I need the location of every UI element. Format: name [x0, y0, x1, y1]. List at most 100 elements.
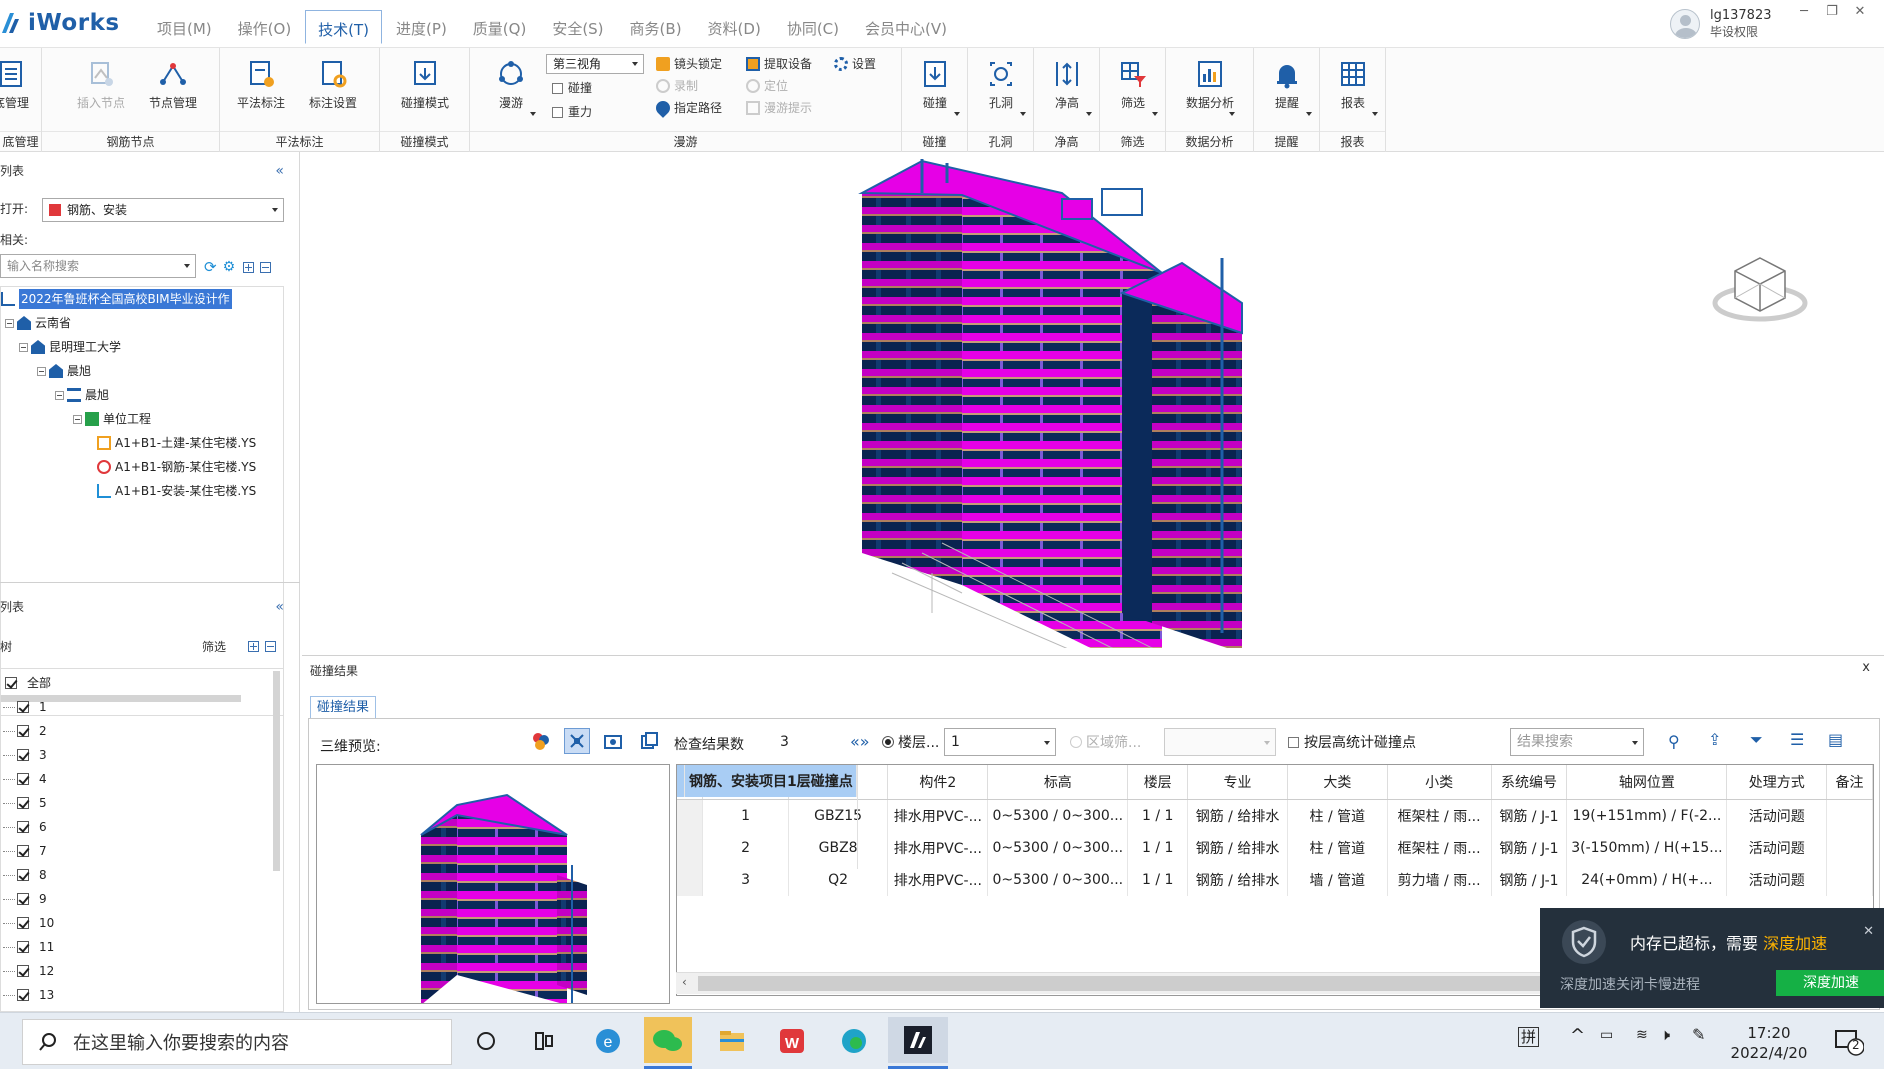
close-icon[interactable]: ✕ — [1846, 4, 1874, 19]
checkbox-checked-icon[interactable] — [17, 965, 29, 977]
set-path-button[interactable]: 指定路径 — [653, 98, 722, 118]
column-header[interactable]: 大类 — [1287, 765, 1388, 800]
clash-button[interactable]: 碰撞 — [904, 58, 966, 120]
file-explorer-icon[interactable] — [714, 1023, 750, 1059]
flat-mark-button[interactable]: 平法标注 — [230, 58, 292, 120]
mark-settings-button[interactable]: 标注设置 — [302, 58, 364, 120]
collision-checkbox[interactable]: 碰撞 — [552, 78, 592, 98]
menu-documents[interactable]: 资料(D) — [696, 14, 773, 44]
tree-node-unit[interactable]: 单位工程 — [73, 409, 151, 429]
expand-all-icon[interactable] — [248, 641, 260, 652]
chevron-up-icon[interactable]: ^ — [1570, 1025, 1585, 1046]
view-mode-select[interactable]: 第三视角 — [546, 54, 644, 74]
volume-icon[interactable]: 🕨 — [1660, 1025, 1670, 1045]
deep-accelerate-button[interactable]: 深度加速 — [1776, 970, 1884, 996]
extract-device-button[interactable]: 提取设备 — [746, 54, 812, 74]
avatar[interactable] — [1670, 9, 1700, 39]
menu-collaboration[interactable]: 协同(C) — [775, 14, 851, 44]
floor-select[interactable]: 1 — [944, 728, 1056, 756]
hole-button[interactable]: 孔洞 — [970, 58, 1032, 120]
iworks-taskbar-icon[interactable] — [888, 1017, 948, 1063]
menu-quality[interactable]: 质量(Q) — [461, 14, 539, 44]
tree-node-group[interactable]: 晨旭 — [37, 361, 91, 381]
project-search-input[interactable]: 输入名称搜索 — [0, 254, 196, 278]
tree-node-install-file[interactable]: A1+B1-安装-某住宅楼.YS — [97, 481, 256, 501]
scroll-left-icon[interactable]: ‹ — [682, 975, 687, 989]
checkbox-checked-icon[interactable] — [17, 989, 29, 1001]
remind-button[interactable]: 提醒 — [1256, 58, 1318, 120]
checkbox-checked-icon[interactable] — [17, 821, 29, 833]
insert-node-button[interactable]: 插入节点 — [70, 58, 132, 120]
lens-lock-button[interactable]: 镜头锁定 — [656, 54, 722, 74]
checkbox-checked-icon[interactable] — [17, 773, 29, 785]
tree-node-rebar-file[interactable]: A1+B1-钢筋-某住宅楼.YS — [97, 457, 256, 477]
expander-icon[interactable] — [55, 390, 64, 400]
notification-center-icon[interactable]: 2 — [1832, 1025, 1865, 1057]
report-button[interactable]: 报表 — [1322, 58, 1384, 120]
expand-all-icon[interactable] — [243, 261, 255, 273]
stat-by-height-checkbox[interactable]: 按层高统计碰撞点 — [1288, 732, 1416, 752]
floor-scrollbar[interactable] — [273, 671, 280, 871]
view-cube[interactable] — [1710, 253, 1810, 327]
floor-item[interactable]: 8 — [3, 865, 47, 885]
collapse-all-icon[interactable] — [260, 261, 272, 273]
toast-close-icon[interactable]: ✕ — [1863, 924, 1874, 939]
close-icon[interactable]: x — [1862, 660, 1870, 675]
data-analysis-button[interactable]: 数据分析 — [1179, 58, 1241, 120]
tree-node-civil-file[interactable]: A1+B1-土建-某住宅楼.YS — [97, 433, 256, 453]
filter-icon[interactable]: ⏷ — [1750, 730, 1763, 750]
task-view-icon[interactable] — [468, 1023, 504, 1059]
floor-item[interactable]: 10 — [3, 913, 54, 933]
group-row[interactable]: 钢筋、安装项目1层碰撞点 — [677, 765, 858, 869]
3d-viewport[interactable] — [302, 153, 1884, 648]
expander-icon[interactable] — [73, 414, 82, 424]
floor-item[interactable]: 7 — [3, 841, 47, 861]
tree-node-project[interactable]: 晨旭 — [55, 385, 109, 405]
floor-item[interactable]: 5 — [3, 793, 47, 813]
collapse-all-icon[interactable] — [265, 641, 277, 652]
export-icon[interactable]: ⇪ — [1708, 730, 1721, 749]
menu-safety[interactable]: 安全(S) — [540, 14, 615, 44]
wechat-icon[interactable] — [644, 1017, 692, 1063]
checkbox-checked-icon[interactable] — [5, 677, 17, 689]
clearance-button[interactable]: 净高 — [1036, 58, 1098, 120]
pen-icon[interactable]: ✎ — [1692, 1025, 1705, 1044]
system-clock[interactable]: 17:20 2022/4/20 — [1724, 1023, 1814, 1063]
checkbox-checked-icon[interactable] — [17, 941, 29, 953]
roam-settings-button[interactable]: 设置 — [834, 54, 876, 74]
menu-progress[interactable]: 进度(P) — [384, 14, 459, 44]
restore-icon[interactable]: ❐ — [1818, 4, 1846, 19]
gear-icon[interactable]: ⚙ — [223, 259, 236, 275]
floor-item[interactable]: 2 — [3, 721, 47, 741]
menu-operation[interactable]: 操作(O) — [226, 14, 304, 44]
start-button[interactable] — [0, 1013, 22, 1069]
floor-item[interactable]: 6 — [3, 817, 47, 837]
floor-item[interactable]: 11 — [3, 937, 54, 957]
floor-radio[interactable]: 楼层... — [882, 732, 939, 752]
checkbox-checked-icon[interactable] — [17, 749, 29, 761]
column-header[interactable]: 小类 — [1387, 765, 1492, 800]
wps-icon[interactable]: W — [774, 1023, 810, 1059]
base-manage-button[interactable]: 底管理 — [0, 58, 42, 120]
location-pin-icon[interactable]: ⚲ — [1668, 732, 1680, 751]
menu-technology[interactable]: 技术(T) — [305, 10, 383, 44]
gravity-checkbox[interactable]: 重力 — [552, 102, 592, 122]
tree-node-root[interactable]: 2022年鲁班杯全国高校BIM毕业设计作 — [1, 289, 232, 309]
column-header[interactable]: 构件2 — [887, 765, 989, 800]
color-mode-button[interactable] — [528, 728, 554, 754]
filter-button[interactable]: 筛选 — [1102, 58, 1164, 120]
expander-icon[interactable] — [37, 366, 46, 376]
column-header[interactable]: 备注 — [1826, 765, 1873, 800]
ie-browser-icon[interactable]: e — [590, 1023, 626, 1059]
region-select[interactable] — [1164, 728, 1276, 756]
3d-preview[interactable] — [316, 764, 670, 1004]
floor-item[interactable]: 12 — [3, 961, 54, 981]
minimize-icon[interactable]: ─ — [1790, 4, 1818, 19]
building-model[interactable] — [302, 153, 1884, 648]
collapse-icon[interactable]: « — [275, 160, 284, 182]
refresh-icon[interactable]: ⟳ — [204, 258, 217, 276]
menu-business[interactable]: 商务(B) — [618, 14, 694, 44]
tab-clash-result[interactable]: 碰撞结果 — [310, 696, 377, 718]
edge-browser-icon[interactable] — [836, 1023, 872, 1059]
expander-icon[interactable] — [19, 342, 28, 352]
